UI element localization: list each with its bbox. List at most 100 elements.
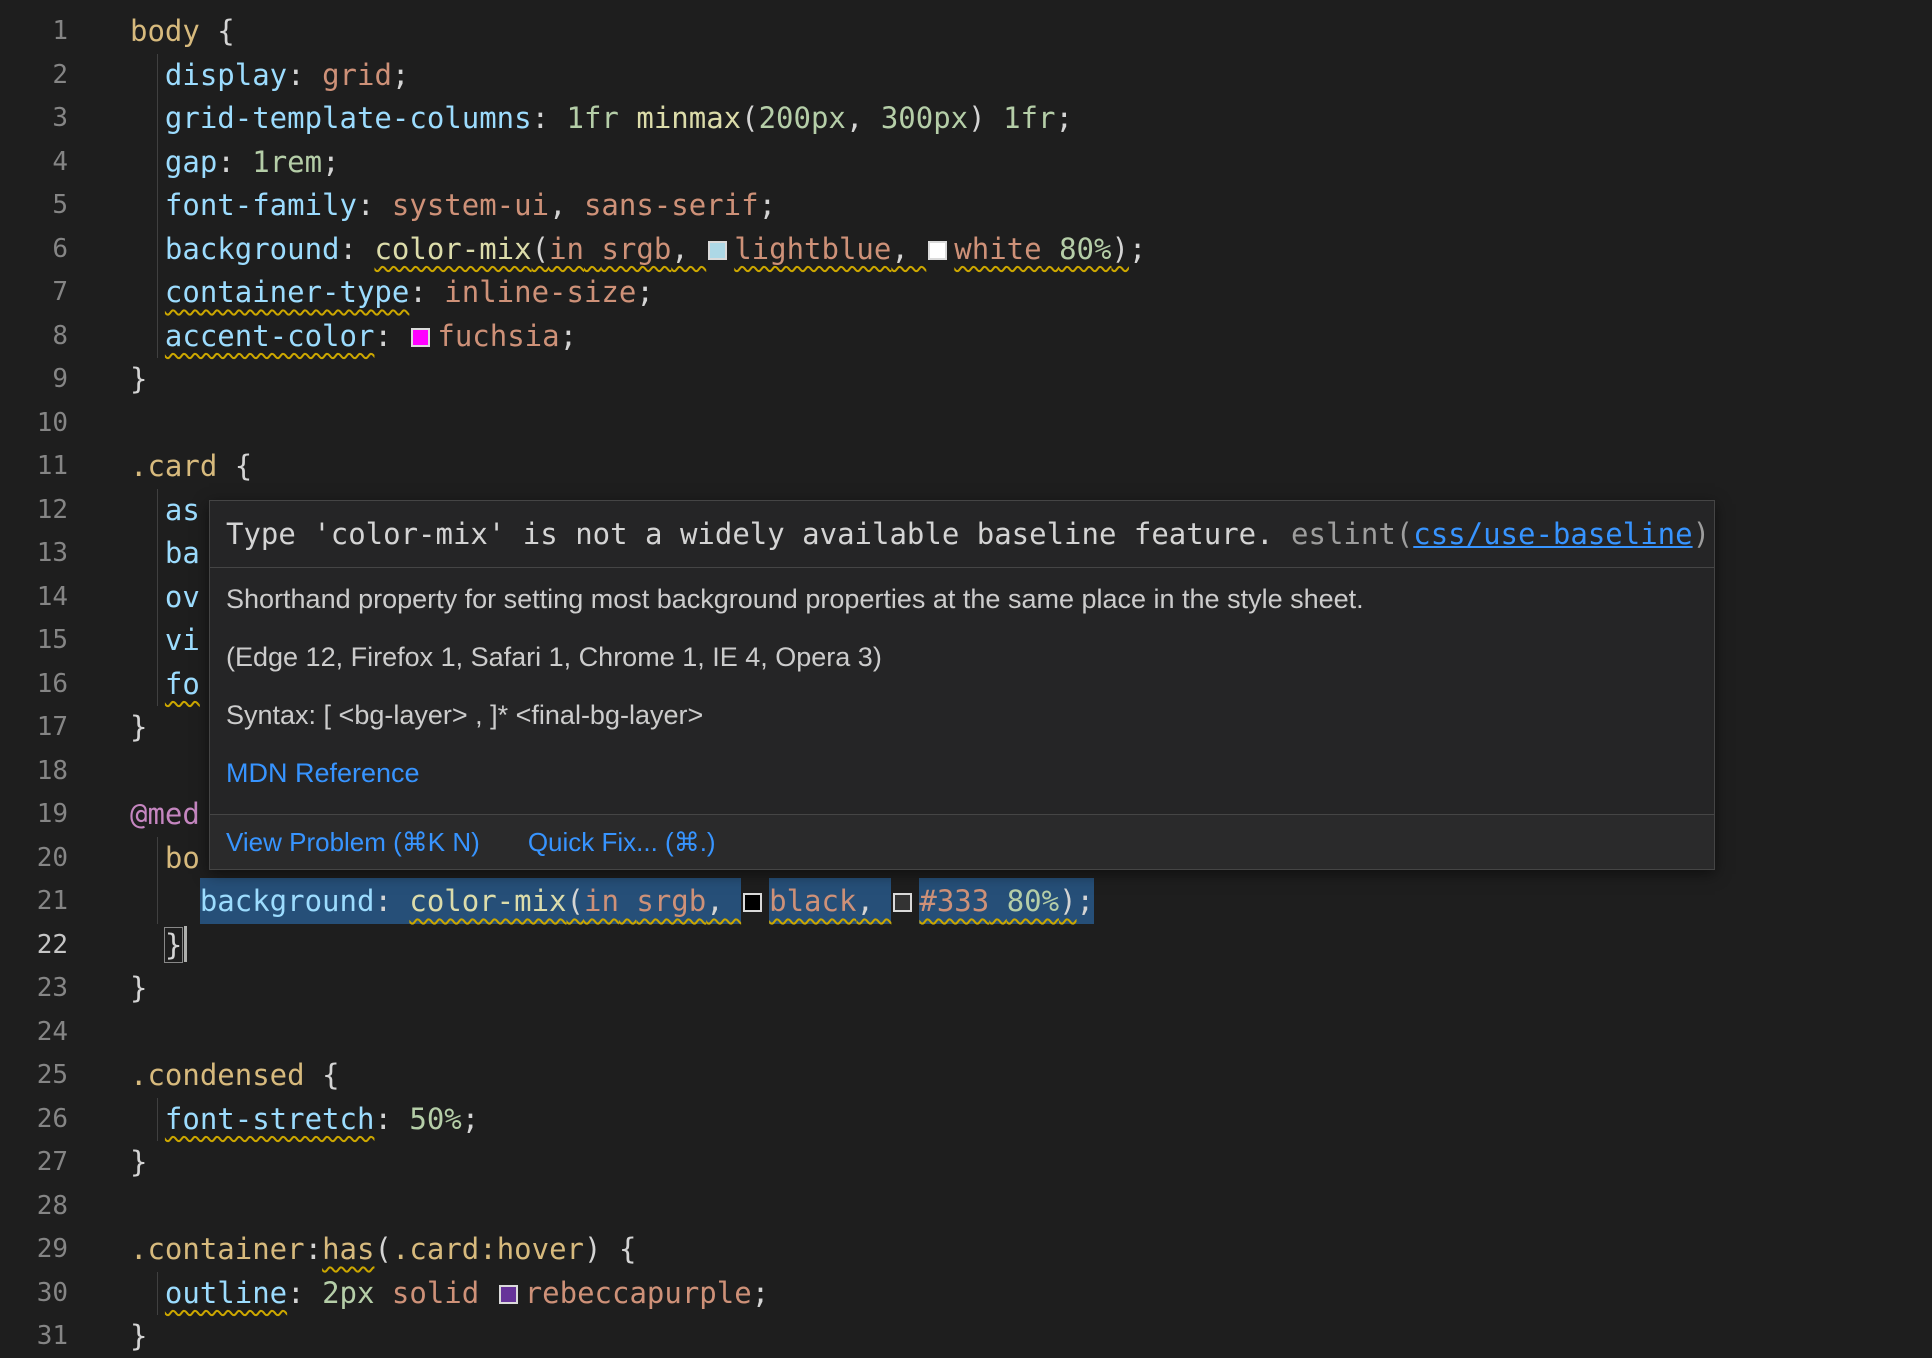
code-line[interactable]: 6 background: color-mix(in srgb, lightbl… [0,228,1932,272]
code-token [130,1276,165,1310]
vscode-editor-screenshot: { "theme": { "editor_background": "#1e1e… [0,0,1932,1358]
line-number[interactable]: 6 [0,228,68,272]
line-number[interactable]: 24 [0,1011,68,1055]
line-number[interactable]: 28 [0,1185,68,1229]
code-token: vi [165,623,200,657]
code-line[interactable]: 26 font-stretch: 50%; [0,1098,1932,1142]
code-token: black [769,878,856,924]
eslint-rule-link[interactable]: css/use-baseline [1413,517,1692,551]
code-token: , [671,232,706,266]
code-token: ; [322,145,339,179]
code-line[interactable]: 22 } [0,924,1932,968]
code-token: ( [567,878,584,924]
code-line[interactable]: 3 grid-template-columns: 1fr minmax(200p… [0,97,1932,141]
quick-fix-action[interactable]: Quick Fix... (⌘.) [528,827,716,857]
line-number[interactable]: 25 [0,1054,68,1098]
code-line[interactable]: 7 container-type: inline-size; [0,271,1932,315]
code-token: ) [584,1232,601,1266]
code-line[interactable]: 1body { [0,10,1932,54]
code-token: 80% [1007,878,1059,924]
code-token: ( [374,1232,391,1266]
code-line[interactable]: 28 [0,1185,1932,1229]
code-line[interactable]: 10 [0,402,1932,446]
code-token: : [287,58,322,92]
line-number[interactable]: 2 [0,54,68,98]
code-line[interactable]: 29.container:has(.card:hover) { [0,1228,1932,1272]
code-token: ( [532,232,549,266]
code-line[interactable]: 24 [0,1011,1932,1055]
color-swatch[interactable] [708,241,727,260]
code-token [479,1276,496,1310]
color-swatch[interactable] [928,241,947,260]
code-token: , [856,878,891,924]
line-number[interactable]: 8 [0,315,68,359]
line-number[interactable]: 14 [0,576,68,620]
line-number[interactable]: 19 [0,793,68,837]
line-number[interactable]: 31 [0,1315,68,1358]
code-editor[interactable]: 1body {2 display: grid;3 grid-template-c… [0,0,1932,1358]
code-token: 80% [1059,232,1111,266]
code-token: , [549,188,584,222]
code-line[interactable]: 21 background: color-mix(in srgb, black,… [0,880,1932,924]
line-number[interactable]: 20 [0,837,68,881]
diagnostic-message: Type 'color-mix' is not a widely availab… [226,517,1291,551]
hover-action-bar: View Problem (⌘K N) Quick Fix... (⌘.) [210,814,1714,869]
mdn-reference-link[interactable]: MDN Reference [226,758,420,788]
code-token: { [217,449,252,483]
code-token: ( [741,101,758,135]
color-swatch[interactable] [893,893,912,912]
code-line[interactable]: 9} [0,358,1932,402]
color-swatch[interactable] [743,893,762,912]
line-number[interactable]: 30 [0,1272,68,1316]
code-token: { [601,1232,636,1266]
code-token: display [165,58,287,92]
code-line[interactable]: 23} [0,967,1932,1011]
line-number[interactable]: 29 [0,1228,68,1272]
code-line[interactable]: 5 font-family: system-ui, sans-serif; [0,184,1932,228]
code-token: 1rem [252,145,322,179]
code-token: gap [165,145,217,179]
line-number[interactable]: 11 [0,445,68,489]
code-token: } [130,971,147,1005]
code-line[interactable]: 27} [0,1141,1932,1185]
code-token: { [200,14,235,48]
line-number[interactable]: 18 [0,750,68,794]
code-token: font-family [165,188,357,222]
line-number[interactable]: 4 [0,141,68,185]
line-number[interactable]: 1 [0,10,68,54]
code-line[interactable]: 30 outline: 2px solid rebeccapurple; [0,1272,1932,1316]
code-line[interactable]: 4 gap: 1rem; [0,141,1932,185]
color-swatch[interactable] [411,328,430,347]
code-line[interactable]: 11 .card { [0,445,1932,489]
view-problem-action[interactable]: View Problem (⌘K N) [226,827,480,857]
line-number[interactable]: 22 [0,924,68,968]
code-content: .card { [130,445,252,489]
line-number[interactable]: 23 [0,967,68,1011]
line-number[interactable]: 12 [0,489,68,533]
code-token: : [374,1102,409,1136]
line-number[interactable]: 17 [0,706,68,750]
indent-guide [157,271,158,315]
line-number[interactable]: 9 [0,358,68,402]
code-token: fo [165,667,200,701]
line-number[interactable]: 26 [0,1098,68,1142]
line-number[interactable]: 13 [0,532,68,576]
code-token: 1fr [1003,101,1055,135]
code-token: has [322,1232,374,1266]
line-number[interactable]: 5 [0,184,68,228]
line-number[interactable]: 7 [0,271,68,315]
code-line[interactable]: 31} [0,1315,1932,1358]
line-number[interactable]: 10 [0,402,68,446]
code-line[interactable]: 25.condensed { [0,1054,1932,1098]
code-line[interactable]: 2 display: grid; [0,54,1932,98]
line-number[interactable]: 21 [0,880,68,924]
line-number[interactable]: 27 [0,1141,68,1185]
code-token: } [130,362,147,396]
line-number[interactable]: 3 [0,97,68,141]
code-content: } [130,967,147,1011]
code-token [130,319,165,353]
line-number[interactable]: 15 [0,619,68,663]
line-number[interactable]: 16 [0,663,68,707]
code-line[interactable]: 8 accent-color: fuchsia; [0,315,1932,359]
color-swatch[interactable] [499,1285,518,1304]
